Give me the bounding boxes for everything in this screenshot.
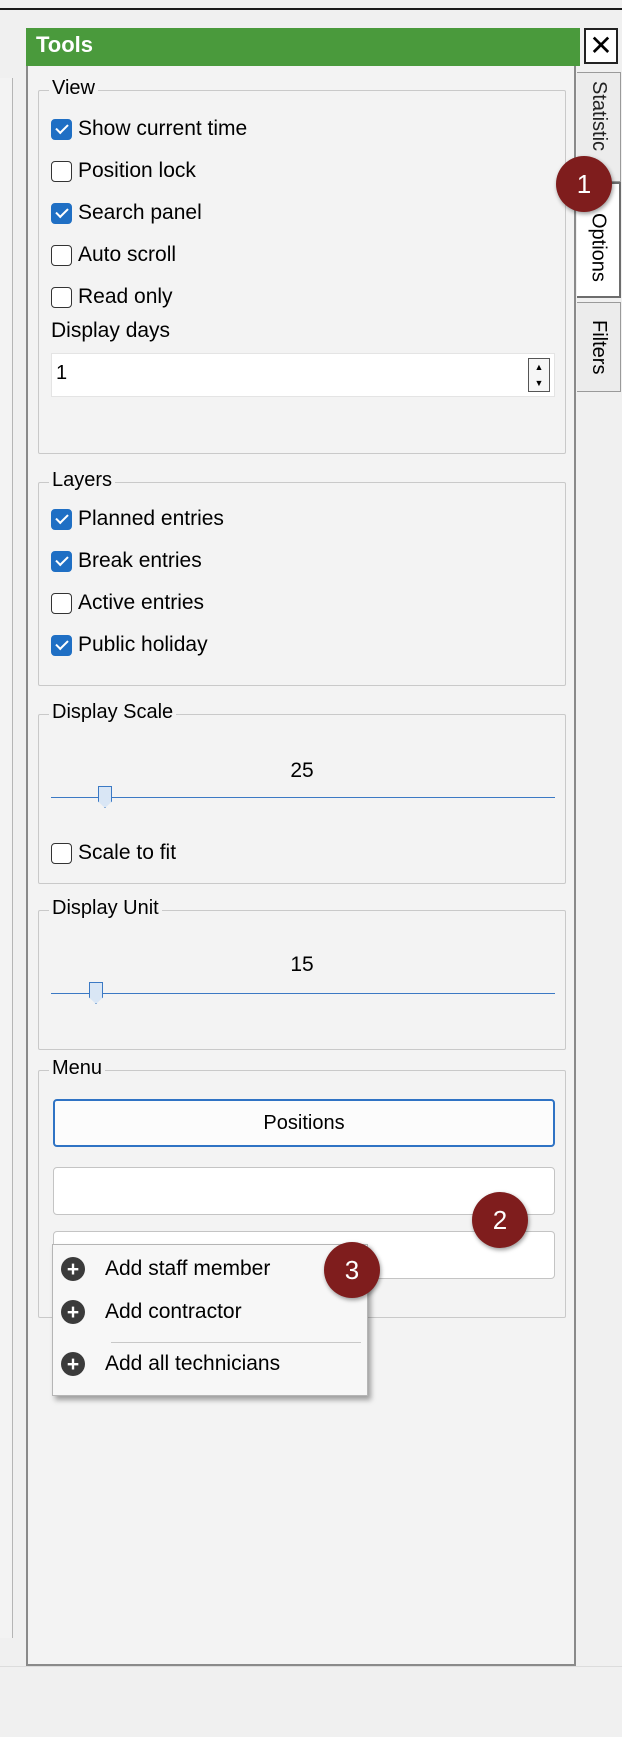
display-scale-group: Display Scale 25 Scale to fit xyxy=(38,701,566,884)
plus-circle-icon: + xyxy=(61,1300,85,1324)
tab-filters-label: Filters xyxy=(588,319,610,375)
show-current-time-checkbox[interactable]: Show current time xyxy=(51,117,247,141)
checkbox-checked[interactable] xyxy=(51,634,72,656)
checkbox-label: Show current time xyxy=(78,117,248,140)
checkbox-unchecked[interactable] xyxy=(51,286,72,308)
checkbox-unchecked[interactable] xyxy=(51,592,72,614)
checkbox-label: Active entries xyxy=(78,591,205,614)
break-entries-checkbox[interactable]: Break entries xyxy=(51,549,202,573)
positions-label: Positions xyxy=(263,1111,345,1134)
public-holiday-checkbox[interactable]: Public holiday xyxy=(51,633,208,657)
menu-legend: Menu xyxy=(49,1057,106,1080)
checkbox-checked[interactable] xyxy=(51,550,72,572)
display-unit-track[interactable] xyxy=(51,993,555,994)
view-group: View Show current time Position lock Sea… xyxy=(38,77,566,454)
callout-badge-3: 3 xyxy=(324,1242,380,1298)
tools-panel: View Show current time Position lock Sea… xyxy=(26,66,576,1666)
menu-separator xyxy=(111,1342,361,1343)
menu-item-add-all-technicians[interactable]: + Add all technicians xyxy=(61,1352,280,1376)
plus-circle-icon: + xyxy=(61,1257,85,1281)
checkbox-unchecked[interactable] xyxy=(51,160,72,182)
menu-item-label: Add all technicians xyxy=(105,1352,281,1375)
display-unit-value: 15 xyxy=(290,953,314,976)
checkbox-label: Auto scroll xyxy=(78,243,177,266)
tab-statistics-label: Statistic xyxy=(588,81,610,152)
display-scale-thumb[interactable] xyxy=(98,786,112,808)
position-lock-checkbox[interactable]: Position lock xyxy=(51,159,196,183)
layers-legend: Layers xyxy=(49,469,116,492)
bottom-strip xyxy=(0,1666,622,1737)
tab-options-label: Options xyxy=(587,213,610,282)
display-scale-track[interactable] xyxy=(51,797,555,798)
callout-number: 1 xyxy=(576,168,592,199)
active-entries-checkbox[interactable]: Active entries xyxy=(51,591,204,615)
display-unit-thumb[interactable] xyxy=(89,982,103,1004)
checkbox-label: Public holiday xyxy=(78,633,208,656)
display-days-value: 1 xyxy=(56,362,68,384)
left-pane-edge xyxy=(0,78,13,1638)
display-unit-legend: Display Unit xyxy=(49,897,162,920)
tools-title: Tools xyxy=(36,32,94,57)
checkbox-label: Search panel xyxy=(78,201,202,224)
checkbox-label: Scale to fit xyxy=(78,841,177,864)
read-only-checkbox[interactable]: Read only xyxy=(51,285,173,309)
display-days-input[interactable]: 1 ▲ ▼ xyxy=(51,353,555,397)
scale-to-fit-checkbox[interactable]: Scale to fit xyxy=(51,841,176,865)
layers-group: Layers Planned entries Break entries Act… xyxy=(38,469,566,686)
checkbox-unchecked[interactable] xyxy=(51,244,72,266)
close-icon: ✕ xyxy=(589,30,613,61)
planned-entries-checkbox[interactable]: Planned entries xyxy=(51,507,224,531)
close-button[interactable]: ✕ xyxy=(584,28,618,64)
checkbox-label: Position lock xyxy=(78,159,196,182)
tab-filters[interactable]: Filters xyxy=(577,302,621,392)
display-scale-value: 25 xyxy=(290,759,314,782)
checkbox-unchecked[interactable] xyxy=(51,842,72,864)
top-border xyxy=(0,8,622,10)
checkbox-label: Read only xyxy=(78,285,173,308)
menu-item-label: Add staff member xyxy=(105,1257,271,1280)
positions-button[interactable]: Positions xyxy=(53,1099,555,1147)
checkbox-label: Planned entries xyxy=(78,507,224,530)
spin-down-icon[interactable]: ▼ xyxy=(535,378,544,388)
plus-circle-icon: + xyxy=(61,1352,85,1376)
search-panel-checkbox[interactable]: Search panel xyxy=(51,201,202,225)
checkbox-checked[interactable] xyxy=(51,202,72,224)
menu-item-label: Add contractor xyxy=(105,1300,242,1323)
display-days-label: Display days xyxy=(51,319,171,342)
callout-number: 3 xyxy=(344,1254,360,1285)
callout-badge-1: 1 xyxy=(556,156,612,212)
callout-number: 2 xyxy=(492,1204,508,1235)
view-legend: View xyxy=(49,77,98,100)
spin-up-icon[interactable]: ▲ xyxy=(535,362,544,372)
checkbox-checked[interactable] xyxy=(51,508,72,530)
menu-item-add-staff-member[interactable]: + Add staff member xyxy=(61,1257,270,1281)
callout-badge-2: 2 xyxy=(472,1192,528,1248)
display-unit-group: Display Unit 15 xyxy=(38,897,566,1050)
menu-item-add-contractor[interactable]: + Add contractor xyxy=(61,1300,242,1324)
spin-buttons[interactable]: ▲ ▼ xyxy=(528,358,550,392)
tools-title-bar: Tools xyxy=(26,28,580,66)
checkbox-label: Break entries xyxy=(78,549,202,572)
positions-dropdown-menu: + Add staff member + Add contractor + Ad… xyxy=(52,1244,368,1396)
auto-scroll-checkbox[interactable]: Auto scroll xyxy=(51,243,176,267)
checkbox-checked[interactable] xyxy=(51,118,72,140)
display-scale-legend: Display Scale xyxy=(49,701,177,724)
